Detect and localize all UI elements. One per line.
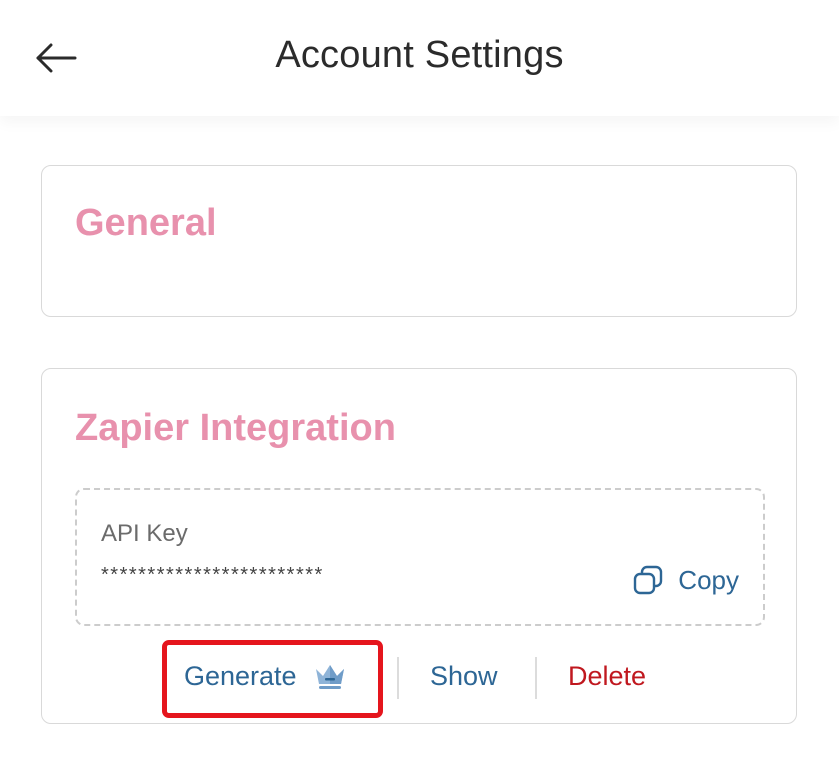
api-key-label: API Key [101,520,188,547]
copy-label: Copy [678,564,739,595]
action-divider [535,657,537,699]
delete-button[interactable]: Delete [568,661,646,692]
generate-button[interactable]: Generate [184,661,347,692]
general-section-title: General [75,202,217,244]
generate-label: Generate [184,661,297,691]
api-key-value: ************************ [101,564,324,586]
action-divider [397,657,399,699]
api-key-box: API Key ************************ Copy [75,488,765,626]
general-section-card: General [41,165,797,317]
zapier-section-card: Zapier Integration API Key *************… [41,368,797,724]
show-button[interactable]: Show [430,661,498,692]
api-key-actions: Generate Show Delete [42,639,796,719]
app-header: Account Settings [0,0,839,116]
crown-icon [315,664,344,689]
page-title: Account Settings [275,34,564,76]
zapier-section-title: Zapier Integration [75,407,396,449]
copy-button[interactable]: Copy [632,564,739,596]
copy-icon [634,565,663,595]
